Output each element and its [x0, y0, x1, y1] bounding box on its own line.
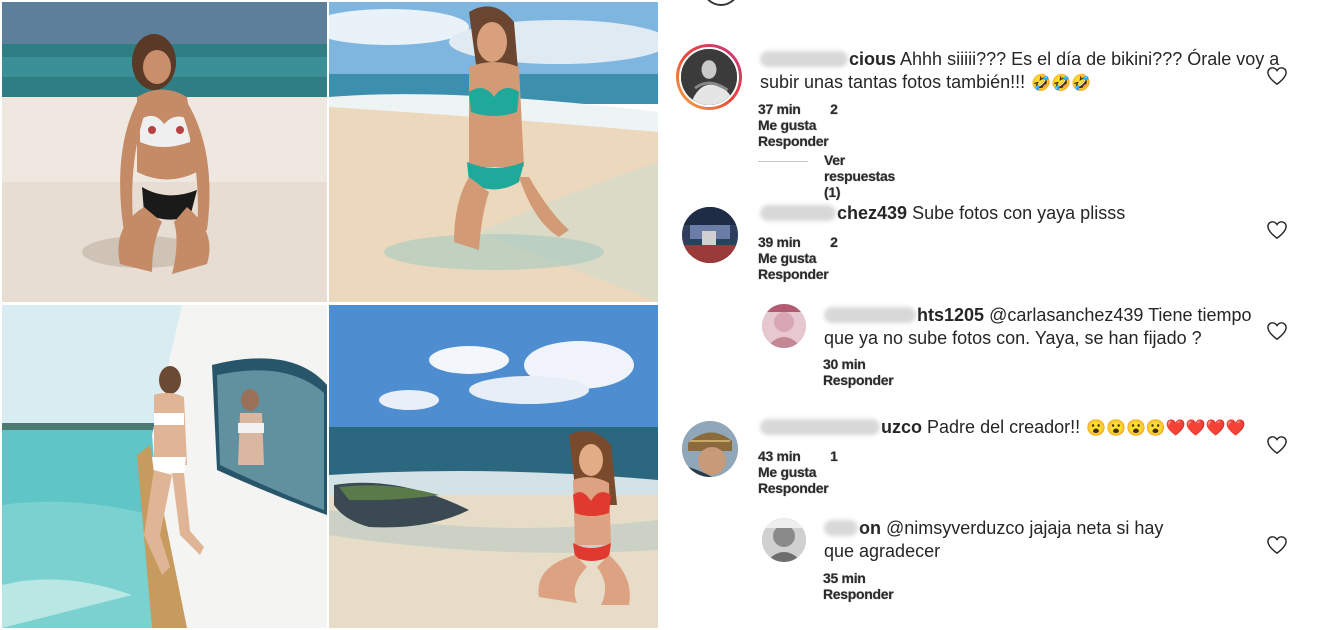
comment-text: chez439 Sube fotos con yaya plisss — [760, 202, 1320, 225]
comment-time: 39 min — [758, 234, 801, 250]
comment-text: uzco Padre del creador!! 😮😮😮😮❤️❤️❤️❤️ — [760, 416, 1320, 440]
username-blurred — [760, 51, 848, 67]
reply-button[interactable]: Responder — [758, 480, 829, 496]
comment-time: 43 min — [758, 448, 801, 464]
comments-panel: cious Ahhh siiiii??? Es el día de bikini… — [662, 0, 1320, 630]
heart-outline-icon[interactable] — [1266, 535, 1288, 555]
photo-beach-kneeling[interactable] — [2, 2, 327, 302]
comment-body: Padre del creador!! — [927, 417, 1081, 437]
username[interactable]: uzco — [881, 417, 922, 437]
avatar[interactable] — [676, 44, 742, 110]
emoji-surprised-hearts-icon: 😮😮😮😮❤️❤️❤️❤️ — [1086, 420, 1246, 437]
avatar[interactable] — [682, 207, 738, 263]
comment-time: 35 min — [823, 570, 866, 586]
comment-body: @nimsyverduzco jajaja neta si hay — [886, 518, 1164, 538]
comment-meta: 39 min 2 Me gusta Responder — [758, 234, 854, 282]
view-replies-label[interactable]: Ver respuestas (1) — [824, 152, 895, 200]
comment-meta: 35 min Responder — [823, 570, 919, 602]
username-blurred — [760, 205, 836, 221]
heart-outline-icon[interactable] — [1266, 435, 1288, 455]
avatar[interactable] — [762, 518, 806, 562]
comment-body: Sube fotos con yaya plisss — [912, 203, 1126, 223]
comment-text: hts1205 @carlasanchez439 Tiene tiempo qu… — [824, 304, 1320, 350]
reply-button[interactable]: Responder — [758, 266, 829, 282]
view-replies-button[interactable]: Ver respuestas (1) — [758, 152, 895, 200]
comment-text: on @nimsyverduzco jajaja neta si hay que… — [824, 517, 1320, 563]
comment-body: Ahhh siiiii??? Es el día de bikini??? Ór… — [900, 49, 1280, 69]
photo-yacht-white[interactable] — [2, 305, 327, 628]
heart-outline-icon[interactable] — [1266, 321, 1288, 341]
photo-collage — [0, 0, 660, 630]
divider-line — [758, 161, 808, 162]
photo-shore-turquoise[interactable] — [329, 2, 658, 302]
comment-text: cious Ahhh siiiii??? Es el día de bikini… — [760, 48, 1320, 95]
username[interactable]: cious — [849, 49, 896, 69]
heart-outline-icon[interactable] — [1266, 66, 1288, 86]
comment-time: 30 min — [823, 356, 866, 372]
username[interactable]: on — [859, 518, 881, 538]
avatar[interactable] — [762, 304, 806, 348]
reply-button[interactable]: Responder — [823, 372, 894, 388]
username[interactable]: hts1205 — [917, 305, 984, 325]
username[interactable]: chez439 — [837, 203, 907, 223]
comment-body-line2: que ya no sube fotos con. Yaya, se han f… — [824, 328, 1202, 348]
username-blurred — [760, 419, 880, 435]
comment-meta: 37 min 2 Me gusta Responder — [758, 101, 854, 149]
username-blurred — [824, 520, 858, 536]
comment-body: @carlasanchez439 Tiene tiempo — [989, 305, 1252, 325]
emoji-rofl-icon: 🤣🤣🤣 — [1031, 75, 1091, 92]
photo-beach-red[interactable] — [329, 305, 658, 628]
comment-meta: 30 min Responder — [823, 356, 919, 388]
username-blurred — [824, 307, 916, 323]
avatar[interactable] — [682, 421, 738, 477]
comment-meta: 43 min 1 Me gusta Responder — [758, 448, 854, 496]
avatar-partial — [702, 0, 740, 6]
heart-outline-icon[interactable] — [1266, 220, 1288, 240]
comment-body-line2: subir unas tantas fotos también!!! — [760, 72, 1026, 92]
comment-time: 37 min — [758, 101, 801, 117]
reply-button[interactable]: Responder — [758, 133, 829, 149]
comment-body-line2: que agradecer — [824, 541, 941, 561]
reply-button[interactable]: Responder — [823, 586, 894, 602]
